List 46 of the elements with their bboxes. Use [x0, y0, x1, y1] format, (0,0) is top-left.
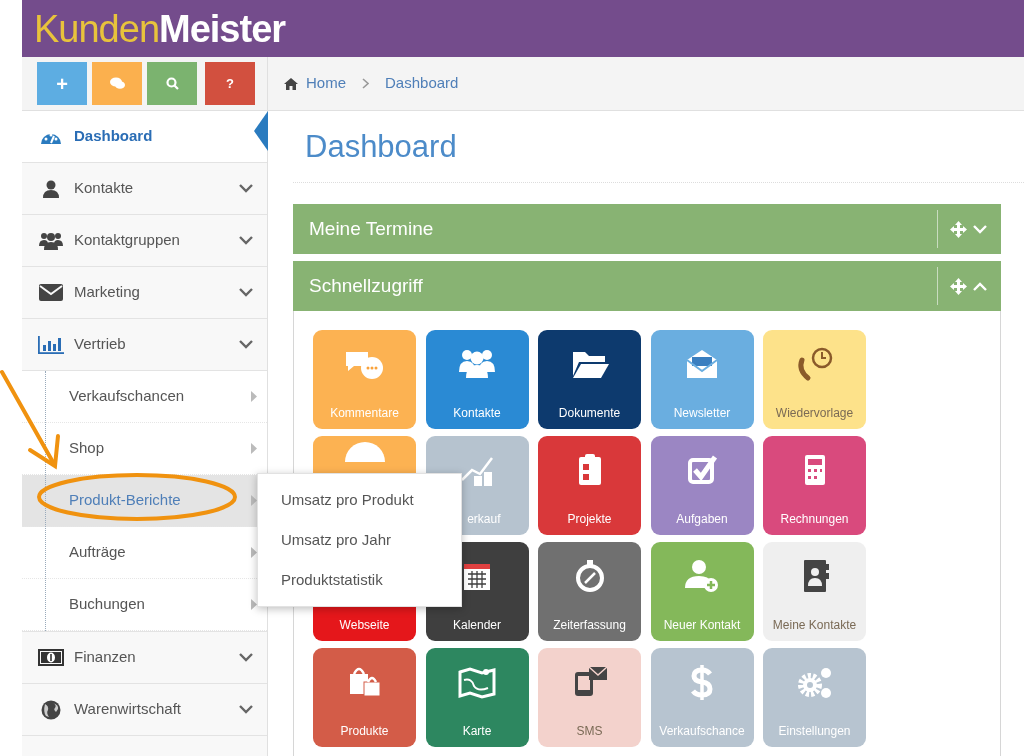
page-title: Dashboard	[305, 131, 457, 162]
panel-header: Schnellzugriff	[293, 261, 1001, 311]
quick-action-button[interactable]: +	[37, 62, 87, 105]
chevron-down-icon	[239, 184, 253, 193]
chevron-right-icon	[362, 78, 369, 89]
panel-header: Meine Termine	[293, 204, 1001, 254]
caret-right-icon	[251, 599, 257, 610]
chevron-down-icon	[239, 236, 253, 245]
quick-access-tile[interactable]: Produkte	[313, 648, 416, 747]
sidebar-item[interactable]: Dashboard	[22, 111, 267, 163]
move-icon[interactable]	[950, 220, 967, 238]
quick-access-tile[interactable]: Rechnungen	[763, 436, 866, 535]
quick-access-tile[interactable]: Dokumente	[538, 330, 641, 429]
quick-access-tile[interactable]: Karte	[425, 648, 529, 747]
chat-icon	[109, 77, 125, 90]
quick-access-tile[interactable]: Wiedervorlage	[763, 330, 866, 429]
chevron-down-icon	[239, 705, 253, 714]
move-icon[interactable]	[950, 277, 967, 295]
expand-chevron-icon	[973, 224, 987, 234]
quick-action-button[interactable]	[147, 62, 197, 105]
caret-right-icon	[251, 391, 257, 402]
home-icon	[284, 77, 298, 90]
quick-access-tile[interactable]: SMS	[538, 648, 641, 747]
chevron-down-icon	[239, 340, 253, 349]
submenu-item[interactable]: Verkaufschancen	[22, 371, 267, 423]
quick-access-tile[interactable]: Aufgaben	[650, 436, 754, 535]
chevron-down-icon	[239, 288, 253, 297]
quick-action-button[interactable]: ?	[205, 62, 255, 105]
envelope-icon	[39, 284, 63, 301]
money-icon	[38, 649, 64, 666]
bar-chart-icon	[38, 335, 64, 354]
users-icon	[39, 231, 63, 250]
chevron-down-icon	[239, 653, 253, 662]
collapse-chevron-icon	[973, 281, 987, 291]
quick-access-tile[interactable]: Kontakte	[425, 330, 529, 429]
globe-icon	[41, 699, 61, 720]
search-icon	[165, 77, 179, 90]
app-logo[interactable]: KundenMeister	[34, 9, 286, 48]
breadcrumb-link[interactable]: Dashboard	[385, 72, 459, 95]
breadcrumb-link[interactable]: Home	[306, 72, 346, 95]
quick-access-tile[interactable]: Zeiterfassung	[538, 542, 641, 641]
caret-right-icon	[251, 443, 257, 454]
user-icon	[42, 179, 60, 198]
quick-action-button[interactable]	[92, 62, 142, 105]
quick-access-tile[interactable]: Meine Kontakte	[763, 542, 866, 641]
quick-access-tile[interactable]: Projekte	[538, 436, 641, 535]
